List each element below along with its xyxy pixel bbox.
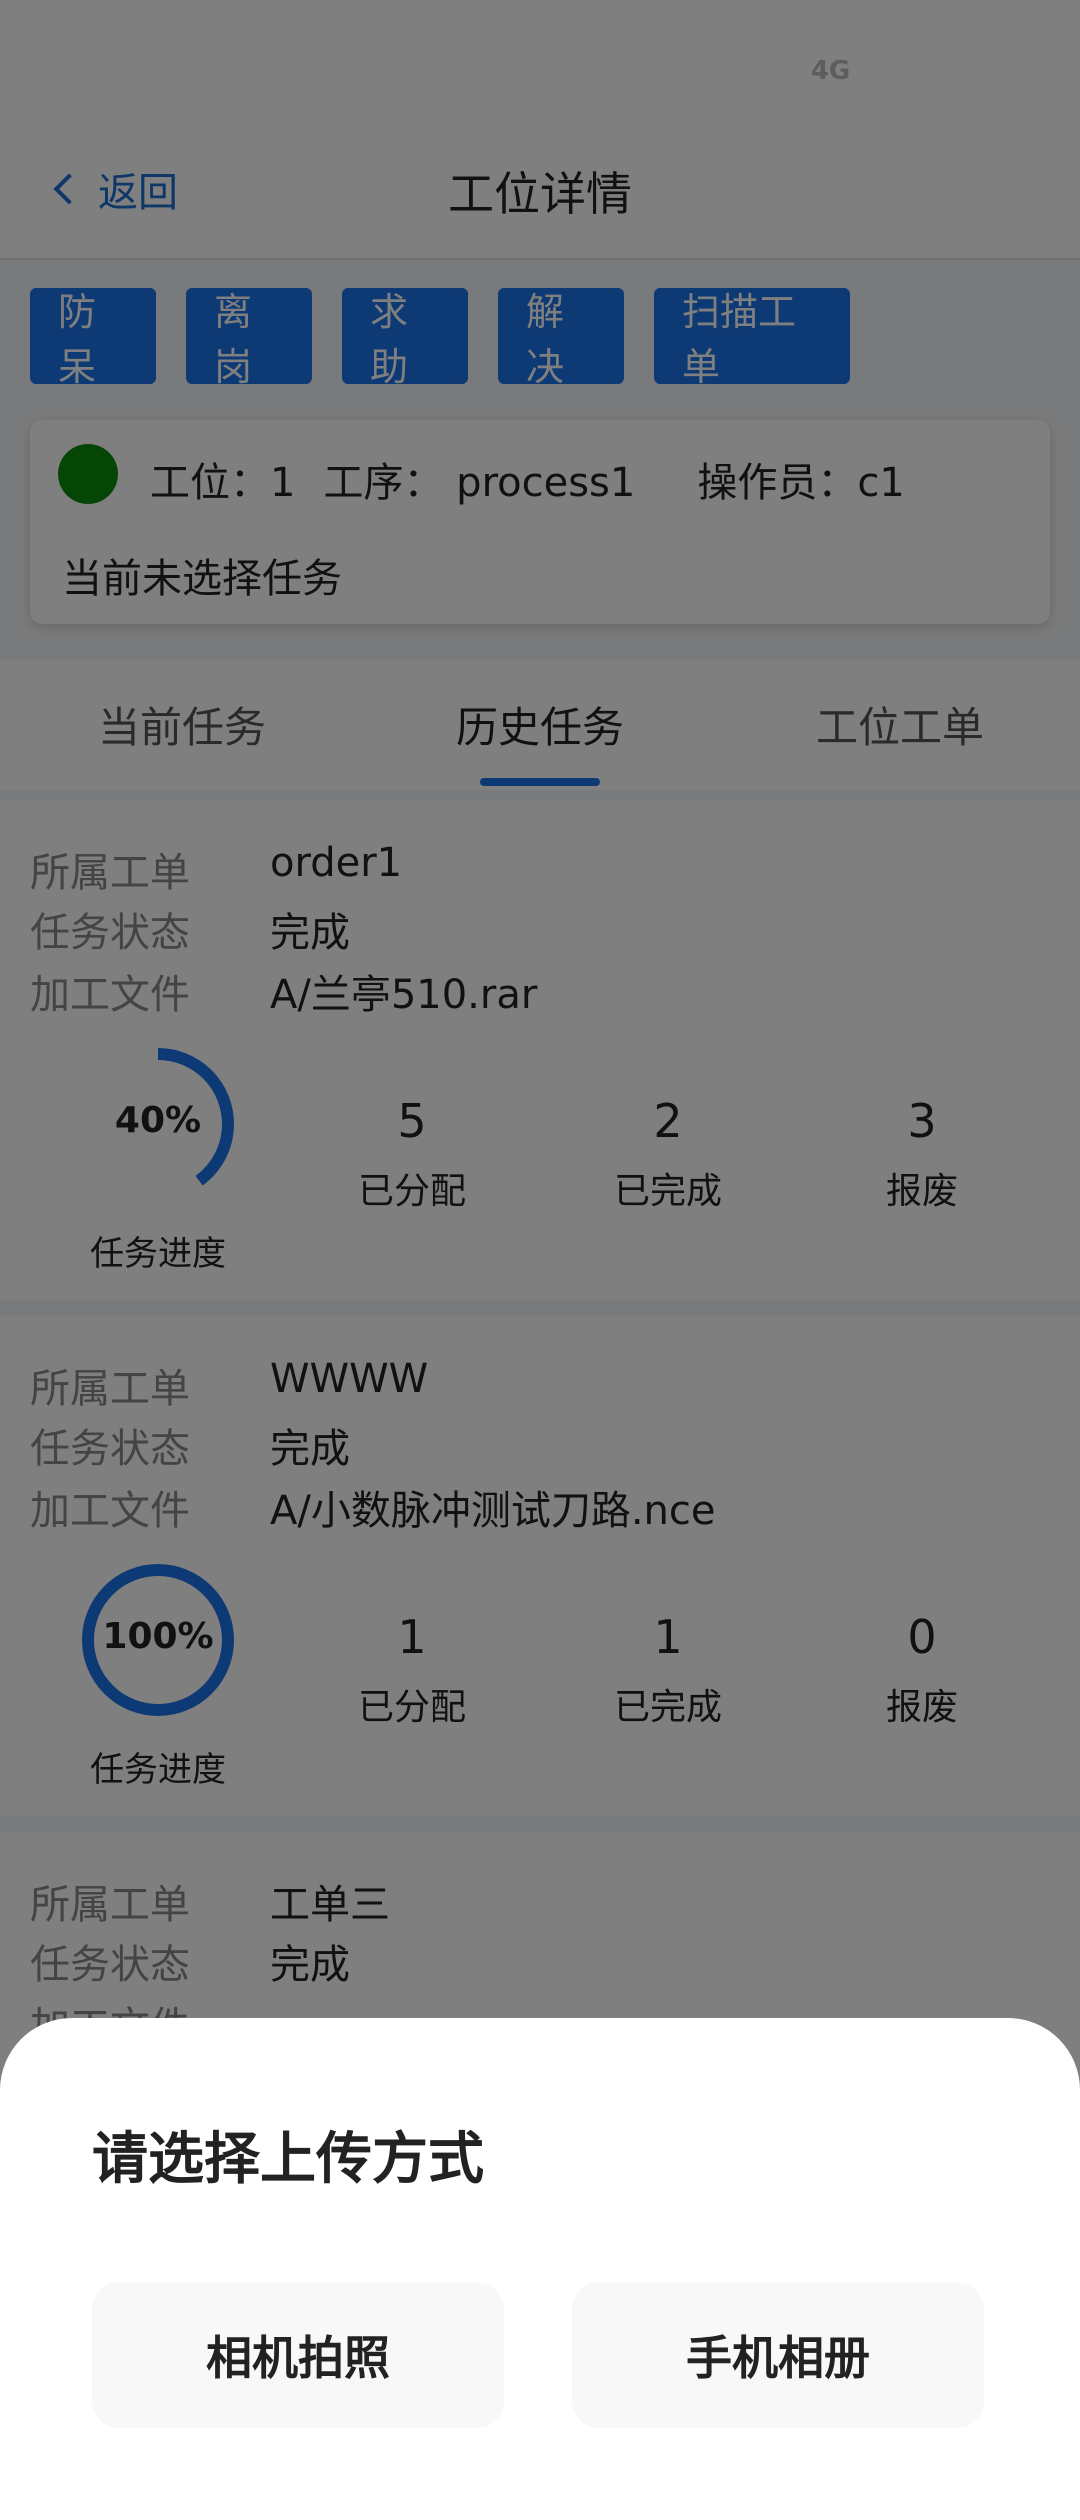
upload-method-sheet: 请选择上传方式 相机拍照 手机相册 (0, 2018, 1080, 2520)
sheet-title: 请选择上传方式 (92, 2127, 484, 2192)
camera-button[interactable]: 相机拍照 (92, 2282, 504, 2428)
album-button[interactable]: 手机相册 (572, 2282, 984, 2428)
